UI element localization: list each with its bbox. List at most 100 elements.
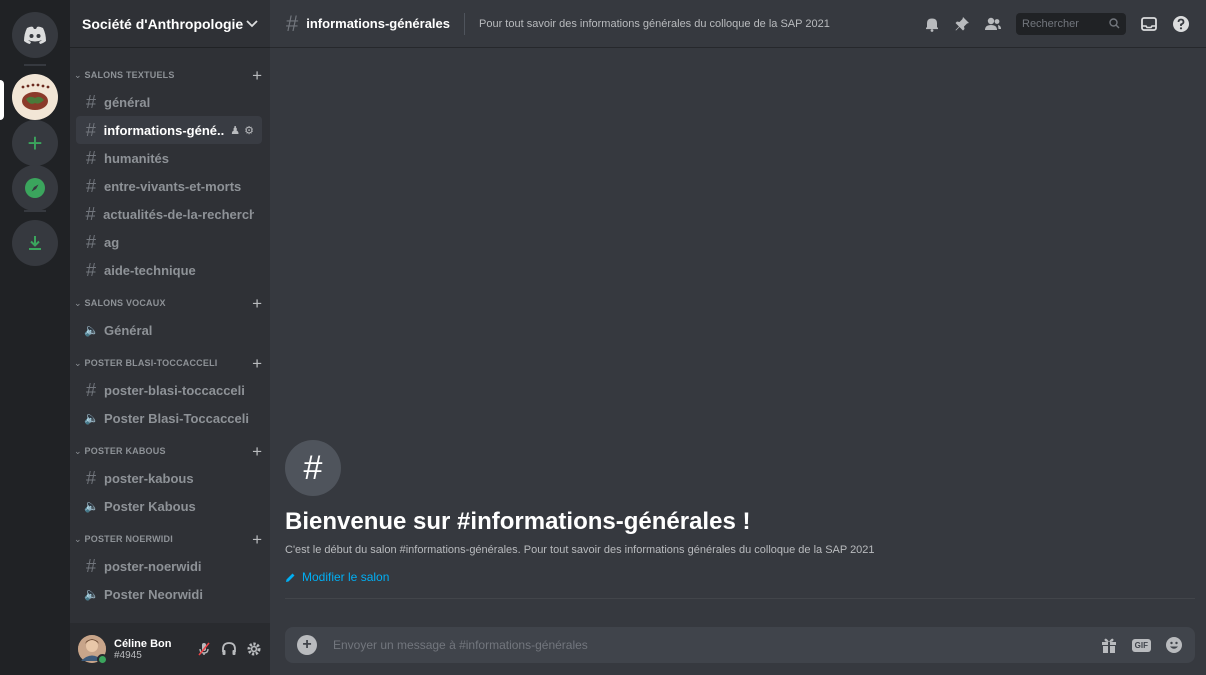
chevron-down-icon: ⌄ [74,297,82,308]
welcome-title: Bienvenue sur #informations-générales ! [285,508,751,535]
channel-item[interactable]: # poster-noerwidi [76,552,262,580]
mute-icon[interactable] [196,641,212,657]
channel-header: # informations-générales Pour tout savoi… [270,0,1206,48]
channel-item[interactable]: # ag [76,228,262,256]
channel-label: Poster Neorwidi [104,586,203,602]
message-composer: + GIF [285,627,1195,663]
gift-icon[interactable] [1100,636,1118,654]
hash-icon: # [85,119,96,140]
channel-label: aide-technique [104,262,196,278]
speaker-icon: 🔈 [84,499,99,513]
channel-item[interactable]: # informations-géné... ♟ ⚙ [76,116,262,144]
chevron-down-icon [246,19,258,28]
pin-icon[interactable] [954,16,970,32]
search-bar[interactable] [1016,12,1126,35]
add-server-button[interactable]: + [12,120,58,166]
welcome-description: C'est le début du salon #informations-gé… [285,544,875,556]
speaker-icon: 🔈 [84,587,99,601]
channel-label: ag [104,234,120,250]
discord-logo-icon [22,25,48,45]
hash-icon: # [85,379,96,400]
channel-sidebar: Société d'Anthropologie ... ⌄ SALONS TEXT… [70,0,270,675]
category-name: POSTER BLASI-TOCCACCELI [84,358,218,368]
category-name: POSTER KABOUS [84,446,166,456]
channel-item[interactable]: # poster-blasi-toccacceli [76,376,262,404]
channel-item[interactable]: # poster-kabous [76,464,262,492]
channel-label: général [104,94,151,110]
channel-item[interactable]: # actualités-de-la-recherche [76,200,262,228]
explore-servers-button[interactable] [12,165,58,211]
emoji-icon[interactable] [1165,636,1183,654]
bell-icon[interactable] [924,16,940,32]
hash-icon: # [85,175,96,196]
gear-icon[interactable] [246,641,262,657]
create-channel-button[interactable]: + [252,443,262,460]
gear-icon[interactable]: ⚙ [244,124,254,137]
channel-item[interactable]: # humanités [76,144,262,172]
channel-category[interactable]: ⌄ POSTER NOERWIDI + [70,526,270,552]
search-input[interactable] [1022,17,1102,30]
inbox-icon[interactable] [1140,16,1158,32]
divider [285,598,1195,599]
channel-label: humanités [104,150,170,166]
rail-separator [24,64,46,66]
chevron-down-icon: ⌄ [74,533,82,544]
headphones-icon[interactable] [221,641,237,657]
channel-item[interactable]: # général [76,88,262,116]
invite-icon[interactable]: ♟ [230,124,240,137]
channel-item[interactable]: 🔈 Poster Neorwidi [76,580,262,608]
upload-plus-button[interactable]: + [297,635,317,655]
download-apps-button[interactable] [12,220,58,266]
gif-button[interactable]: GIF [1131,638,1151,652]
plus-icon: + [27,128,43,158]
channel-category[interactable]: ⌄ POSTER BLASI-TOCCACCELI + [70,350,270,376]
username: Céline Bon [114,637,172,650]
avatar[interactable] [78,635,108,665]
speaker-icon: 🔈 [84,411,99,425]
server-rail: + [0,0,70,675]
rail-separator [24,210,46,212]
channel-category[interactable]: ⌄ POSTER KABOUS + [70,438,270,464]
home-button[interactable] [12,12,58,58]
hash-icon: # [85,555,96,576]
hash-icon: # [85,91,96,112]
download-icon [26,234,44,252]
compass-icon [24,177,46,199]
message-input[interactable] [333,638,1100,652]
create-channel-button[interactable]: + [252,531,262,548]
channel-item[interactable]: # aide-technique [76,256,262,284]
hash-icon: # [85,147,96,168]
category-name: POSTER NOERWIDI [84,534,173,544]
channel-item[interactable]: 🔈 Poster Blasi-Toccacceli [76,404,262,432]
create-channel-button[interactable]: + [252,355,262,372]
chevron-down-icon: ⌄ [74,445,82,456]
channel-item[interactable]: # entre-vivants-et-morts [76,172,262,200]
channel-category[interactable]: ⌄ SALONS VOCAUX + [70,290,270,316]
hash-icon: # [85,203,96,224]
channel-welcome: # Bienvenue sur #informations-générales … [285,440,1195,599]
sap-logo-icon [15,77,55,117]
channel-item[interactable]: 🔈 Poster Kabous [76,492,262,520]
channel-title: informations-générales [306,16,451,31]
create-channel-button[interactable]: + [252,295,262,312]
channel-list: ⌄ SALONS TEXTUELS + # général # informations-g… [70,56,270,623]
channel-topic[interactable]: Pour tout savoir des informations généra… [479,18,830,30]
channel-label: Poster Blasi-Toccacceli [104,410,249,426]
channel-item[interactable]: 🔈 Général [76,316,262,344]
members-icon[interactable] [984,16,1002,32]
server-name: Société d'Anthropologie ... [82,15,246,32]
hash-icon: # [85,467,96,488]
server-icon-sap[interactable] [12,74,58,120]
help-icon[interactable] [1172,15,1190,33]
channel-category[interactable]: ⌄ SALONS TEXTUELS + [70,62,270,88]
channel-label: poster-blasi-toccacceli [104,382,245,398]
chevron-down-icon: ⌄ [74,69,82,80]
user-discriminator: #4945 [114,649,142,661]
edit-channel-link[interactable]: Modifier le salon [285,570,1195,584]
edit-channel-label: Modifier le salon [302,570,390,584]
user-panel: Céline Bon #4945 [70,623,270,675]
category-name: SALONS TEXTUELS [84,70,175,80]
create-channel-button[interactable]: + [252,67,262,84]
channel-label: poster-noerwidi [104,558,202,574]
server-header[interactable]: Société d'Anthropologie ... [70,0,270,48]
